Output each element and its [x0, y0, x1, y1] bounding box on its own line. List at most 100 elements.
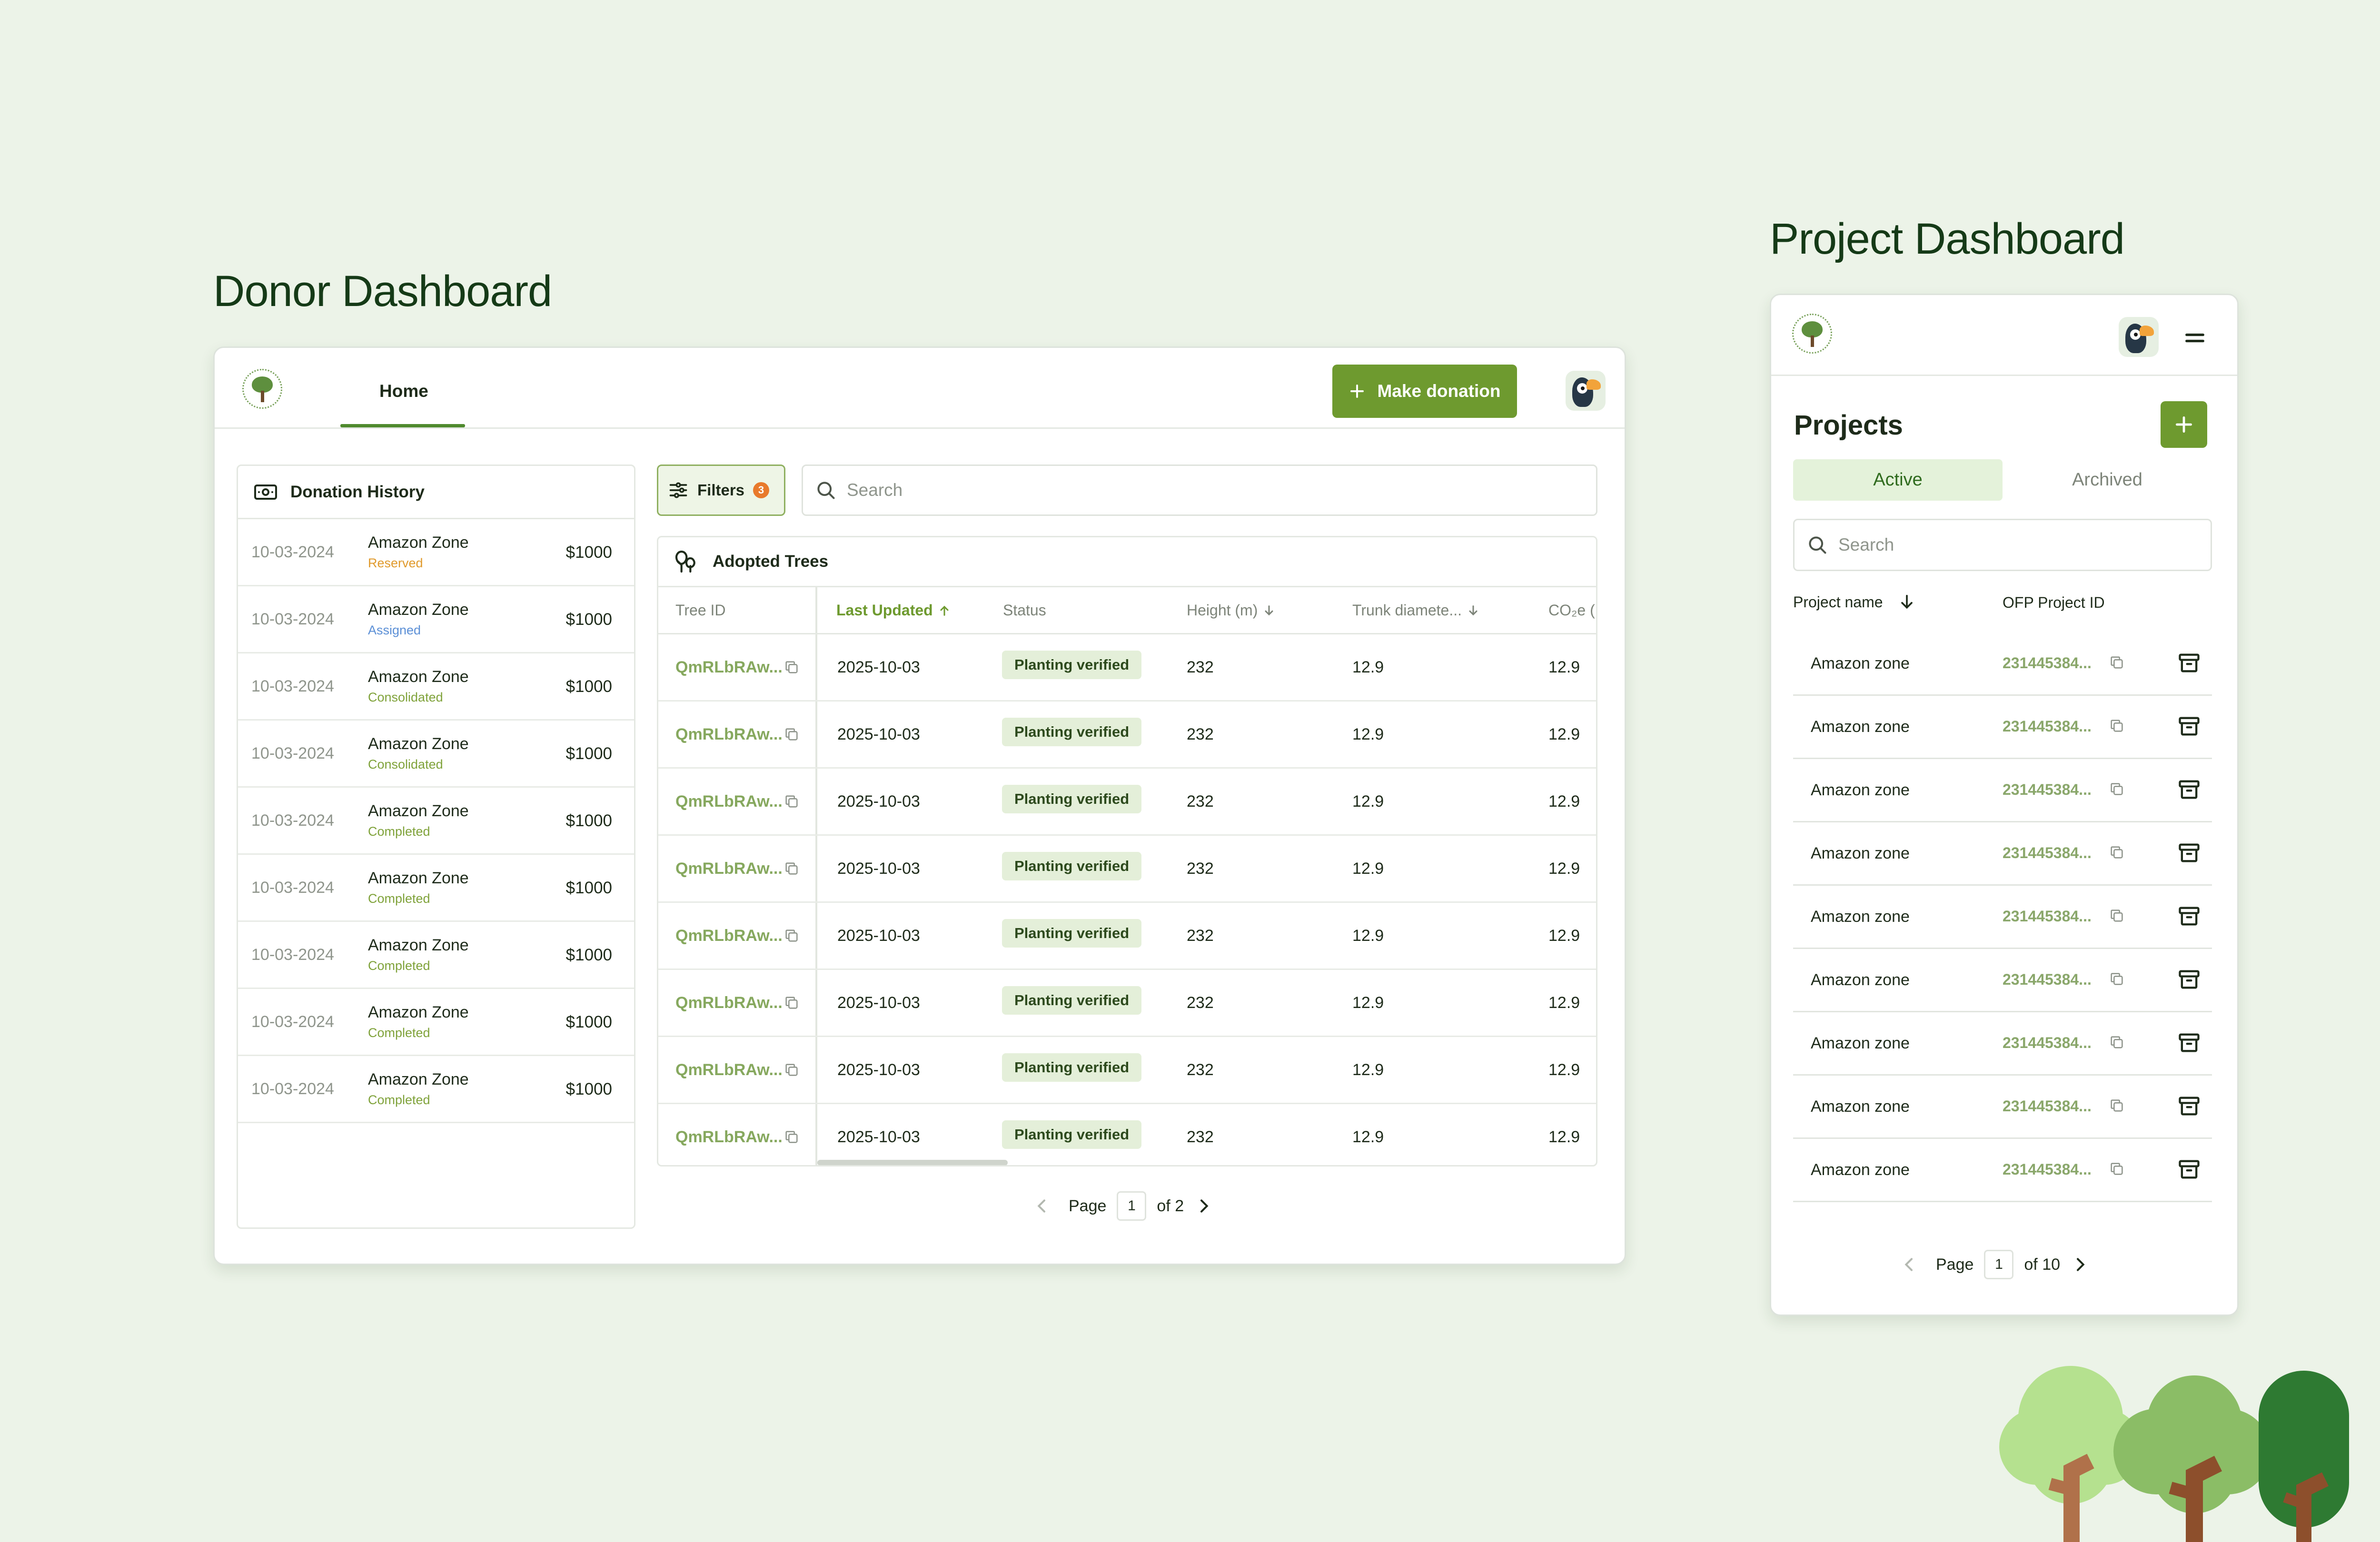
tab-active[interactable]: Active: [1793, 459, 2003, 501]
tree-id-link[interactable]: QmRLbRAw...: [675, 860, 783, 878]
donor-search-input[interactable]: Search: [802, 465, 1597, 516]
toucan-avatar[interactable]: [1566, 371, 1606, 411]
copy-icon[interactable]: [783, 659, 800, 675]
tab-home-underline: [340, 424, 465, 427]
page-number-input[interactable]: 1: [1984, 1250, 2014, 1279]
copy-icon[interactable]: [2109, 1161, 2125, 1177]
project-id[interactable]: 231445384...: [2003, 718, 2092, 735]
copy-icon[interactable]: [2109, 718, 2125, 734]
chevron-right-icon[interactable]: [1194, 1196, 1213, 1216]
tree-id-link[interactable]: QmRLbRAw...: [675, 1128, 783, 1147]
col-height[interactable]: Height (m): [1187, 602, 1276, 619]
project-row[interactable]: Amazon zone 231445384...: [1793, 1139, 2212, 1202]
project-row[interactable]: Amazon zone 231445384...: [1793, 886, 2212, 949]
copy-icon[interactable]: [783, 860, 800, 877]
tree-id-link[interactable]: QmRLbRAw...: [675, 725, 783, 744]
col-project-name[interactable]: Project name: [1793, 593, 1916, 612]
col-ofp-project-id[interactable]: OFP Project ID: [2003, 594, 2105, 612]
donation-history-row[interactable]: 10-03-2024 Amazon Zone Completed $1000: [238, 855, 634, 922]
archive-icon[interactable]: [2177, 904, 2202, 929]
donation-history-row[interactable]: 10-03-2024 Amazon Zone Assigned $1000: [238, 586, 634, 653]
project-row[interactable]: Amazon zone 231445384...: [1793, 759, 2212, 822]
project-row[interactable]: Amazon zone 231445384...: [1793, 822, 2212, 886]
adopted-trees-title: Adopted Trees: [713, 552, 829, 571]
chevron-right-icon[interactable]: [2071, 1255, 2090, 1274]
tree-id-link[interactable]: QmRLbRAw...: [675, 994, 783, 1012]
copy-icon[interactable]: [2109, 1034, 2125, 1050]
tab-home[interactable]: Home: [379, 381, 428, 401]
archive-icon[interactable]: [2177, 714, 2202, 739]
donation-history-row[interactable]: 10-03-2024 Amazon Zone Reserved $1000: [238, 519, 634, 586]
project-row[interactable]: Amazon zone 231445384...: [1793, 1076, 2212, 1139]
filters-button[interactable]: Filters 3: [657, 465, 785, 516]
donation-project-name: Amazon Zone: [368, 735, 469, 753]
project-id[interactable]: 231445384...: [2003, 1034, 2092, 1052]
archive-icon[interactable]: [2177, 1094, 2202, 1118]
logo[interactable]: [1790, 312, 1834, 356]
copy-icon[interactable]: [2109, 1097, 2125, 1114]
project-id[interactable]: 231445384...: [2003, 844, 2092, 862]
copy-icon[interactable]: [783, 995, 800, 1011]
project-row[interactable]: Amazon zone 231445384...: [1793, 633, 2212, 696]
col-trunk-diameter[interactable]: Trunk diamete...: [1352, 602, 1480, 619]
tree-table-row[interactable]: QmRLbRAw... 2025-10-03 Planting verified 23…: [658, 769, 1596, 836]
donation-history-row[interactable]: 10-03-2024 Amazon Zone Completed $1000: [238, 989, 634, 1056]
donation-history-row[interactable]: 10-03-2024 Amazon Zone Consolidated $1000: [238, 653, 634, 721]
tree-table-row[interactable]: QmRLbRAw... 2025-10-03 Planting verified 23…: [658, 1037, 1596, 1104]
col-status[interactable]: Status: [1003, 602, 1046, 619]
project-row[interactable]: Amazon zone 231445384...: [1793, 1012, 2212, 1076]
copy-icon[interactable]: [783, 793, 800, 810]
archive-icon[interactable]: [2177, 1157, 2202, 1182]
project-id[interactable]: 231445384...: [2003, 1161, 2092, 1178]
tree-id-link[interactable]: QmRLbRAw...: [675, 1061, 783, 1079]
copy-icon[interactable]: [2109, 971, 2125, 987]
project-id[interactable]: 231445384...: [2003, 971, 2092, 988]
copy-icon[interactable]: [2109, 908, 2125, 924]
chevron-left-icon[interactable]: [1032, 1196, 1051, 1216]
make-donation-button[interactable]: Make donation: [1332, 365, 1517, 418]
tree-table-row[interactable]: QmRLbRAw... 2025-10-03 Planting verified 23…: [658, 970, 1596, 1037]
copy-icon[interactable]: [2109, 844, 2125, 860]
tree-id-link[interactable]: QmRLbRAw...: [675, 792, 783, 811]
tree-table-row[interactable]: QmRLbRAw... 2025-10-03 Planting verified 23…: [658, 702, 1596, 769]
project-id[interactable]: 231445384...: [2003, 908, 2092, 925]
page-number-input[interactable]: 1: [1117, 1191, 1147, 1221]
tree-table-row[interactable]: QmRLbRAw... 2025-10-03 Planting verified 23…: [658, 634, 1596, 702]
col-last-updated[interactable]: Last Updated: [836, 602, 951, 619]
project-id[interactable]: 231445384...: [2003, 1097, 2092, 1115]
donation-history-row[interactable]: 10-03-2024 Amazon Zone Completed $1000: [238, 788, 634, 855]
archive-icon[interactable]: [2177, 777, 2202, 802]
add-project-button[interactable]: [2161, 401, 2207, 448]
tree-table-row[interactable]: QmRLbRAw... 2025-10-03 Planting verified 23…: [658, 1104, 1596, 1165]
project-row[interactable]: Amazon zone 231445384...: [1793, 949, 2212, 1012]
copy-icon[interactable]: [783, 1129, 800, 1145]
donation-history-row[interactable]: 10-03-2024 Amazon Zone Consolidated $1000: [238, 721, 634, 788]
menu-icon[interactable]: [2182, 326, 2207, 350]
donation-history-row[interactable]: 10-03-2024 Amazon Zone Completed $1000: [238, 1056, 634, 1123]
tree-id-link[interactable]: QmRLbRAw...: [675, 658, 783, 677]
project-row[interactable]: Amazon zone 231445384...: [1793, 696, 2212, 759]
archive-icon[interactable]: [2177, 840, 2202, 865]
tree-table-row[interactable]: QmRLbRAw... 2025-10-03 Planting verified 23…: [658, 836, 1596, 903]
col-co2e[interactable]: CO₂e (: [1548, 602, 1595, 619]
copy-icon[interactable]: [783, 928, 800, 944]
archive-icon[interactable]: [2177, 1030, 2202, 1055]
project-id[interactable]: 231445384...: [2003, 781, 2092, 799]
col-tree-id[interactable]: Tree ID: [675, 602, 726, 619]
tree-id-link[interactable]: QmRLbRAw...: [675, 927, 783, 945]
copy-icon[interactable]: [2109, 781, 2125, 797]
logo[interactable]: [240, 367, 284, 411]
copy-icon[interactable]: [2109, 654, 2125, 671]
project-search-input[interactable]: Search: [1793, 519, 2212, 571]
copy-icon[interactable]: [783, 726, 800, 742]
project-id[interactable]: 231445384...: [2003, 654, 2092, 672]
archive-icon[interactable]: [2177, 967, 2202, 992]
copy-icon[interactable]: [783, 1062, 800, 1078]
chevron-left-icon[interactable]: [1900, 1255, 1919, 1274]
tab-archived[interactable]: Archived: [2003, 459, 2212, 501]
toucan-avatar[interactable]: [2119, 317, 2159, 357]
donation-history-row[interactable]: 10-03-2024 Amazon Zone Completed $1000: [238, 922, 634, 989]
horizontal-scrollbar[interactable]: [817, 1160, 1008, 1165]
tree-table-row[interactable]: QmRLbRAw... 2025-10-03 Planting verified 23…: [658, 903, 1596, 970]
archive-icon[interactable]: [2177, 651, 2202, 675]
